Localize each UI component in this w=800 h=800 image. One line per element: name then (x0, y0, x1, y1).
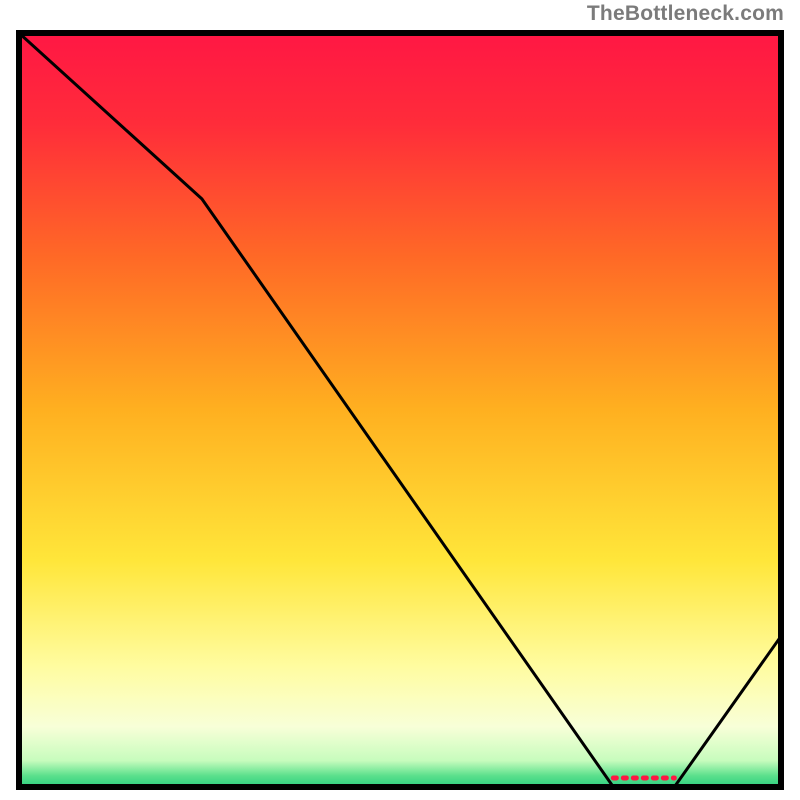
chart-container: TheBottleneck.com (0, 0, 800, 800)
bottleneck-curve-chart (16, 30, 784, 790)
plot-frame (16, 30, 784, 790)
attribution-label: TheBottleneck.com (587, 2, 784, 26)
gradient-background (19, 33, 781, 787)
